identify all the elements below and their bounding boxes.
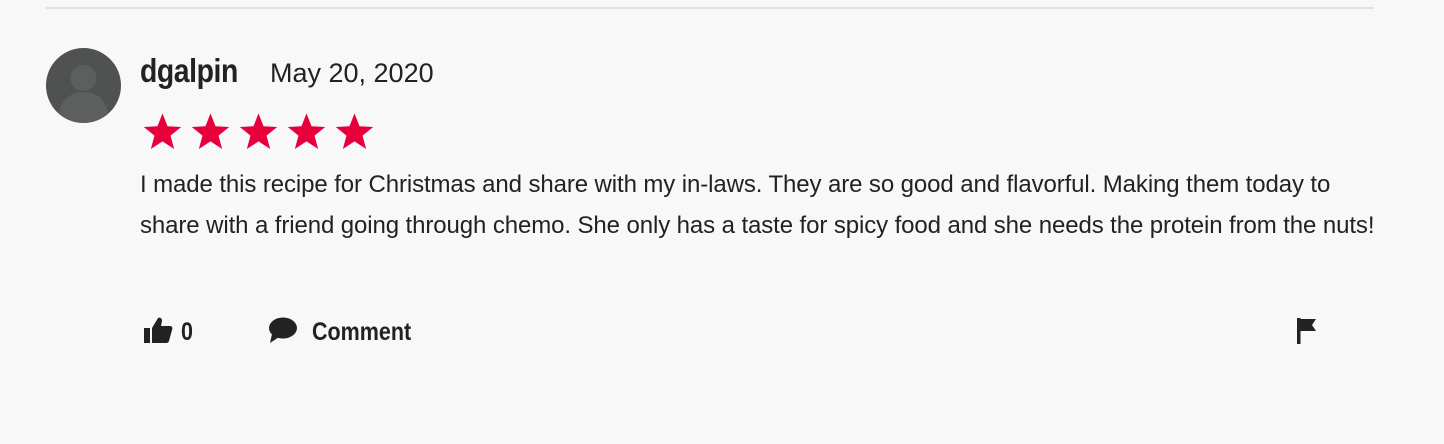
review-date: May 20, 2020	[270, 58, 434, 88]
comment-button[interactable]: Comment	[268, 312, 427, 352]
star-icon	[140, 112, 185, 152]
review-text: I made this recipe for Christmas and sha…	[140, 171, 1375, 239]
speech-bubble-icon	[268, 316, 298, 349]
comment-label: Comment	[312, 317, 412, 346]
like-count: 0	[181, 317, 193, 346]
review-content: dgalpin May 20, 2020 I made this recipe …	[140, 52, 1380, 246]
star-icon	[284, 112, 329, 152]
top-divider	[46, 7, 1374, 9]
user-placeholder-icon	[58, 65, 109, 123]
report-flag-button[interactable]	[1295, 312, 1319, 352]
star-icon	[188, 112, 233, 152]
star-icon	[236, 112, 281, 152]
flag-icon	[1295, 315, 1319, 350]
star-icon	[332, 112, 377, 152]
star-rating	[140, 112, 1380, 152]
reviewer-name[interactable]: dgalpin	[140, 52, 238, 90]
thumbs-up-icon	[143, 315, 173, 350]
review-actions: 0 Comment	[140, 312, 1324, 352]
review-header: dgalpin May 20, 2020	[140, 52, 1380, 96]
like-button[interactable]: 0	[143, 312, 195, 352]
avatar[interactable]	[46, 48, 121, 123]
